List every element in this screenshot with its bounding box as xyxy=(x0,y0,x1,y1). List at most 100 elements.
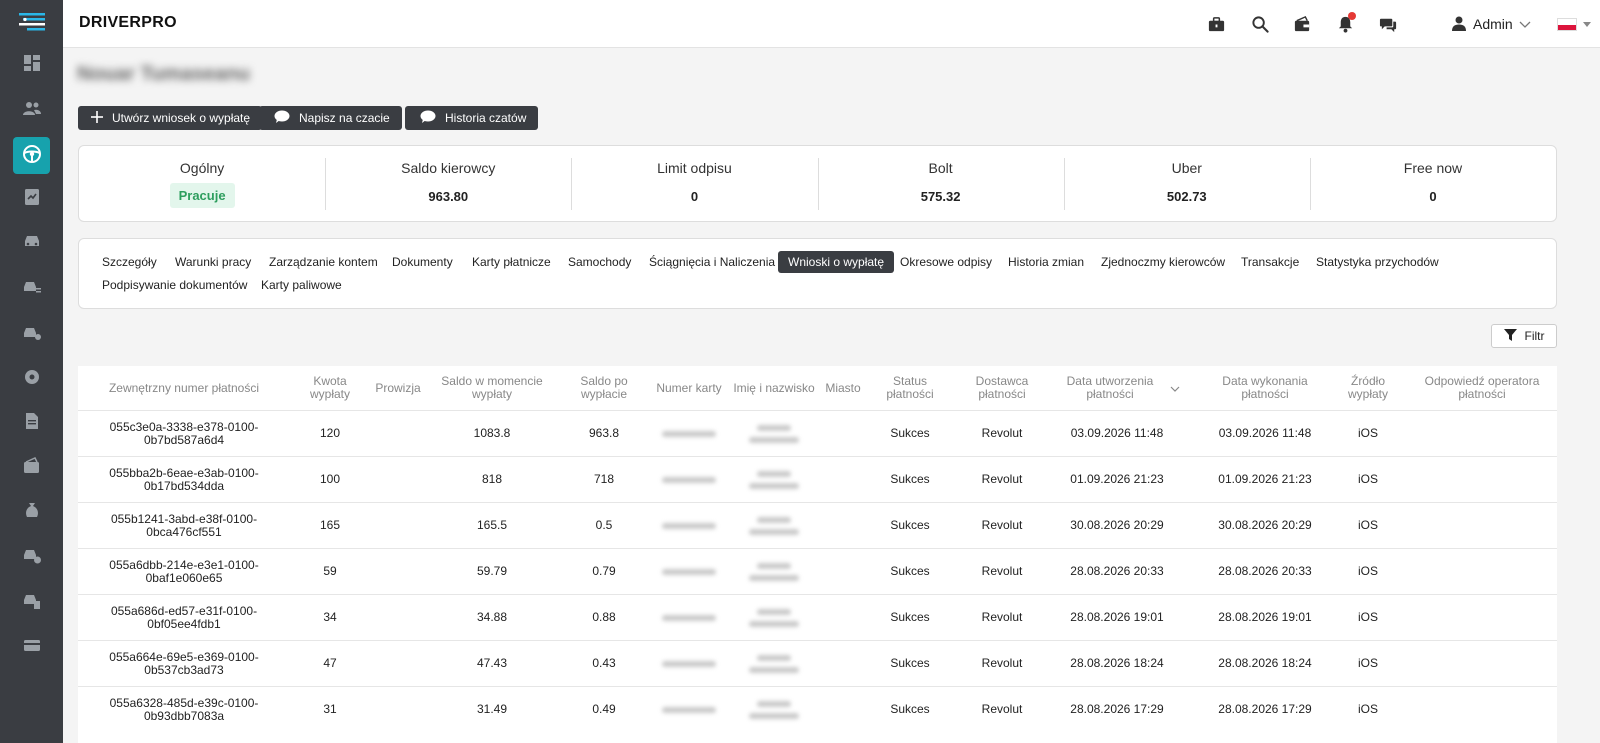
filter-button[interactable]: Filtr xyxy=(1491,324,1557,348)
created-date-cell: 28.08.2026 20:33 xyxy=(1070,564,1164,578)
user-icon xyxy=(1451,15,1467,34)
column-header[interactable]: Kwota wypłaty xyxy=(300,366,360,410)
tab-document-signing[interactable]: Podpisywanie dokumentów xyxy=(102,274,247,296)
table-row[interactable]: 055a6dbb-214e-e3e1-0100-0baf1e060e65 59 59… xyxy=(78,548,1557,594)
tab-unite-drivers[interactable]: Zjednoczmy kierowców xyxy=(1101,251,1225,273)
tab-periodic-write-offs[interactable]: Okresowe odpisy xyxy=(900,251,992,273)
chat-history-label: Historia czatów xyxy=(445,111,527,125)
table-row[interactable]: 055b1241-3abd-e38f-0100-0bca476cf551 165 1… xyxy=(78,502,1557,548)
table-row[interactable]: 055a664e-69e5-e369-0100-0b537cb3ad73 47 47… xyxy=(78,640,1557,686)
column-header[interactable]: Data utworzenia płatności xyxy=(1054,366,1180,410)
tab-documents[interactable]: Dokumenty xyxy=(392,251,453,273)
credit-card-icon xyxy=(22,635,42,658)
payout-source-cell: iOS xyxy=(1357,472,1378,486)
column-header-label: Odpowiedź operatora płatności xyxy=(1424,374,1540,401)
briefcase-icon[interactable] xyxy=(1205,13,1227,35)
full-name-cell xyxy=(728,503,820,548)
sidebar-item-settings[interactable] xyxy=(13,360,50,397)
column-header-label: Zewnętrzny numer płatności xyxy=(108,380,260,395)
redacted-last-name xyxy=(749,712,799,719)
write-chat-button[interactable]: Napisz na czacie xyxy=(259,106,402,130)
table-row[interactable]: 055bba2b-6eae-e3ab-0100-0b17bd534dda 100 8… xyxy=(78,456,1557,502)
payout-source-cell: iOS xyxy=(1357,656,1378,670)
column-header[interactable]: Numer karty xyxy=(656,366,722,410)
balance-after-payout-cell: 0.79 xyxy=(592,564,616,578)
balance-after-payout-cell: 963.8 xyxy=(588,426,620,440)
payment-provider-cell: Revolut xyxy=(981,564,1023,578)
payout-amount-cell: 34 xyxy=(323,610,337,624)
city-cell xyxy=(820,549,866,594)
stat-label: Saldo kierowcy xyxy=(401,160,496,176)
column-header[interactable]: Prowizja xyxy=(368,366,428,410)
column-header[interactable]: Odpowiedź operatora płatności xyxy=(1408,366,1556,410)
redacted-first-name xyxy=(757,608,791,615)
sidebar-item-document[interactable] xyxy=(13,404,50,441)
payment-id-cell: 055b1241-3abd-e38f-0100-0bca476cf551 xyxy=(110,511,258,539)
search-icon[interactable] xyxy=(1249,13,1271,35)
column-header[interactable]: Status płatności xyxy=(872,366,948,410)
column-header[interactable]: Saldo w momencie wypłaty xyxy=(434,366,550,410)
column-header[interactable]: Źródło wypłaty xyxy=(1342,366,1394,410)
executed-date-cell: 28.08.2026 17:29 xyxy=(1218,702,1312,716)
tab-income-statistics[interactable]: Statystyka przychodów xyxy=(1316,251,1439,273)
user-menu[interactable]: Admin xyxy=(1451,13,1531,35)
balance-at-payout-cell: 47.43 xyxy=(476,656,508,670)
city-cell xyxy=(820,641,866,686)
tab-change-history[interactable]: Historia zmian xyxy=(1008,251,1084,273)
chat-history-button[interactable]: Historia czatów xyxy=(405,106,539,130)
tab-details[interactable]: Szczegóły xyxy=(102,251,157,273)
commission-cell xyxy=(368,687,428,732)
tab-payout-requests[interactable]: Wnioski o wypłatę xyxy=(778,251,895,273)
sidebar-item-money-bag[interactable] xyxy=(13,493,50,530)
stat-write-off-limit: Limit odpisu 0 xyxy=(571,146,817,221)
table-row[interactable]: 055a686d-ed57-e31f-0100-0bf05ee4fdb1 34 34… xyxy=(78,594,1557,640)
sidebar-item-car[interactable] xyxy=(13,224,50,261)
chat-icon[interactable] xyxy=(1377,13,1399,35)
bell-icon[interactable] xyxy=(1334,12,1356,35)
language-caret-icon[interactable] xyxy=(1583,22,1591,27)
column-header-label: Prowizja xyxy=(375,380,421,395)
sidebar-item-users[interactable] xyxy=(13,91,50,128)
executed-date-cell: 30.08.2026 20:29 xyxy=(1218,518,1312,532)
operator-response-cell xyxy=(1408,595,1556,640)
wallet-icon[interactable] xyxy=(1291,13,1313,35)
chat-icon xyxy=(273,110,291,127)
column-header[interactable]: Dostawca płatności xyxy=(960,366,1044,410)
balance-after-payout-cell: 0.88 xyxy=(592,610,616,624)
sort-chevron-down-icon[interactable] xyxy=(1170,382,1180,395)
user-name: Admin xyxy=(1473,16,1513,32)
tab-account-management[interactable]: Zarządzanie kontem xyxy=(269,251,378,273)
balance-at-payout-cell: 1083.8 xyxy=(473,426,511,440)
executed-date-cell: 28.08.2026 19:01 xyxy=(1218,610,1312,624)
redacted-first-name xyxy=(757,424,791,431)
sidebar-item-credit-card[interactable] xyxy=(13,628,50,665)
tab-transactions[interactable]: Transakcje xyxy=(1241,251,1299,273)
sidebar-item-steering-wheel[interactable] xyxy=(13,137,50,174)
column-header[interactable]: Zewnętrzny numer płatności xyxy=(78,366,290,410)
sidebar-item-car-list[interactable] xyxy=(13,269,50,306)
column-header[interactable]: Data wykonania płatności xyxy=(1198,366,1332,410)
tab-deductions-charges[interactable]: Ściągnięcia i Naliczenia xyxy=(649,251,775,273)
app-logo-icon[interactable] xyxy=(17,10,47,34)
payment-status-cell: Sukces xyxy=(890,702,930,716)
column-header[interactable]: Saldo po wypłacie xyxy=(568,366,640,410)
table-row[interactable]: 055a6328-485d-e39c-0100-0b93dbb7083a 31 31… xyxy=(78,686,1557,732)
sidebar-item-dashboard[interactable] xyxy=(13,46,50,83)
redacted-last-name xyxy=(749,436,799,443)
sidebar-item-car-money[interactable] xyxy=(13,538,50,575)
tab-payment-cards[interactable]: Karty płatnicze xyxy=(472,251,551,273)
tab-fuel-cards[interactable]: Karty paliwowe xyxy=(261,274,342,296)
redacted-card-number xyxy=(662,522,716,529)
tab-cars[interactable]: Samochody xyxy=(568,251,631,273)
sidebar-item-car-document[interactable] xyxy=(13,583,50,620)
sidebar-item-car-settings[interactable] xyxy=(13,315,50,352)
create-payout-request-button[interactable]: Utwórz wniosek o wypłatę xyxy=(78,106,263,130)
table-row[interactable]: 055c3e0a-3338-e378-0100-0b7bd587a6d4 120 1… xyxy=(78,410,1557,456)
sidebar-item-wallet[interactable] xyxy=(13,449,50,486)
tab-work-conditions[interactable]: Warunki pracy xyxy=(175,251,251,273)
column-header-label: Saldo w momencie wypłaty xyxy=(441,374,543,401)
sidebar-item-reports[interactable] xyxy=(13,180,50,217)
language-flag-icon[interactable] xyxy=(1557,18,1577,31)
column-header[interactable]: Miasto xyxy=(820,366,866,410)
column-header[interactable]: Imię i nazwisko xyxy=(728,366,820,410)
